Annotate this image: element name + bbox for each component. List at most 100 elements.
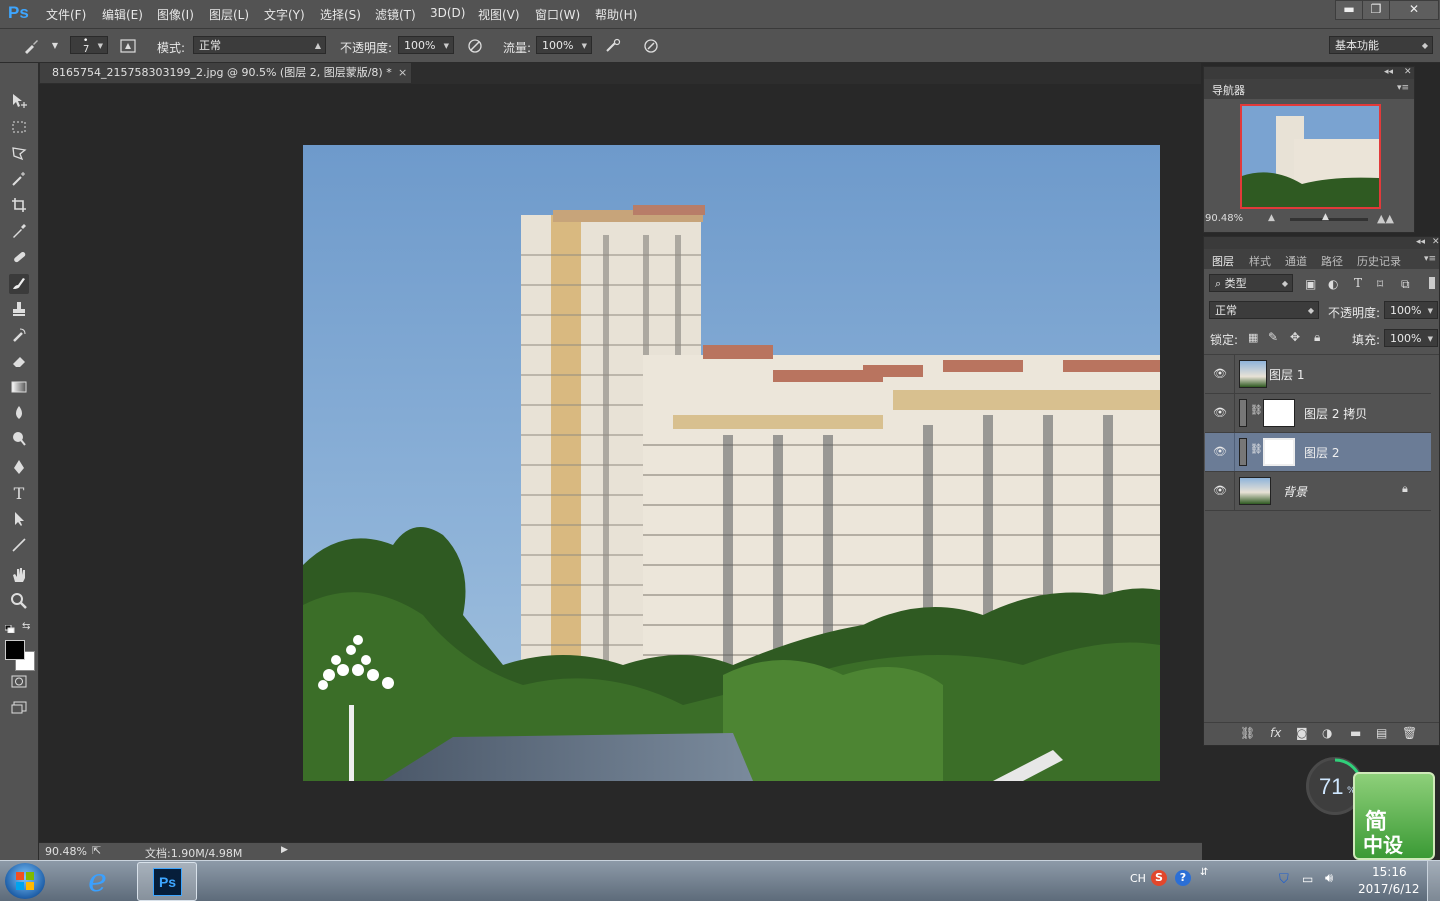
visibility-eye-icon[interactable]: 👁︎ — [1213, 484, 1227, 497]
eraser-tool-icon[interactable] — [9, 352, 29, 372]
menu-select[interactable]: 选择(S) — [320, 6, 361, 23]
tab-styles[interactable]: 样式 — [1249, 253, 1271, 269]
panel-menu-icon[interactable]: ▾≡ — [1424, 254, 1436, 264]
screen-mode-icon[interactable] — [9, 698, 29, 718]
opacity-field[interactable]: 100% ▼ — [398, 36, 454, 54]
new-layer-icon[interactable]: ▤ — [1376, 726, 1387, 740]
input-language[interactable]: CH — [1130, 872, 1146, 885]
crop-tool-icon[interactable] — [9, 196, 29, 216]
gradient-tool-icon[interactable] — [9, 378, 29, 398]
chevron-down-icon[interactable]: ▼ — [46, 37, 64, 55]
tray-expand-icon[interactable]: ⇵ — [1200, 867, 1208, 878]
filter-toggle[interactable] — [1429, 277, 1435, 289]
ie-taskbar-button[interactable]: e — [80, 861, 126, 899]
blur-tool-icon[interactable] — [9, 404, 29, 424]
layer-name[interactable]: 图层 2 — [1304, 444, 1339, 461]
layer-row[interactable]: 👁︎ ⛓︎ 图层 2 — [1205, 433, 1431, 472]
show-desktop-button[interactable] — [1427, 861, 1440, 901]
layer-name[interactable]: 背景 — [1283, 483, 1307, 500]
help-icon[interactable]: ? — [1175, 870, 1191, 886]
panel-menu-icon[interactable]: ▾≡ — [1397, 83, 1409, 93]
tab-navigator[interactable]: 导航器 — [1212, 82, 1245, 98]
collapse-icon[interactable]: ◂◂ — [1416, 237, 1425, 247]
magic-wand-tool-icon[interactable] — [9, 170, 29, 190]
filter-pixel-icon[interactable]: ▣ — [1305, 277, 1316, 291]
filter-shape-icon[interactable]: ⌑ — [1377, 277, 1383, 291]
pen-tool-icon[interactable] — [9, 458, 29, 478]
document-image[interactable] — [303, 145, 1160, 781]
tab-channels[interactable]: 通道 — [1285, 253, 1307, 269]
flow-field[interactable]: 100% ▼ — [536, 36, 592, 54]
pressure-size-icon[interactable] — [642, 37, 660, 55]
navigator-preview[interactable] — [1240, 104, 1381, 209]
foreground-color-swatch[interactable] — [5, 640, 25, 660]
layer-opacity-field[interactable]: 100% ▼ — [1384, 301, 1438, 319]
adjustment-layer-icon[interactable]: ◑ — [1322, 726, 1332, 740]
volume-icon[interactable]: 🔊︎ — [1325, 871, 1333, 886]
menu-file[interactable]: 文件(F) — [46, 6, 86, 23]
line-tool-icon[interactable] — [9, 536, 29, 556]
eyedropper-tool-icon[interactable] — [9, 222, 29, 242]
menu-edit[interactable]: 编辑(E) — [102, 6, 143, 23]
airbrush-icon[interactable] — [604, 37, 622, 55]
new-group-icon[interactable]: ▬ — [1350, 726, 1361, 740]
menu-image[interactable]: 图像(I) — [157, 6, 194, 23]
menu-filter[interactable]: 滤镜(T) — [375, 6, 416, 23]
layer-filter-select[interactable]: ⌕ 类型 ◆ — [1209, 274, 1293, 292]
network-icon[interactable]: ▭ — [1302, 872, 1313, 886]
lock-transparent-icon[interactable]: ▦ — [1248, 331, 1258, 344]
mask-link-icon[interactable]: ⛓︎ — [1250, 444, 1263, 455]
brush-tool-icon[interactable] — [9, 274, 29, 294]
menu-layer[interactable]: 图层(L) — [209, 6, 249, 23]
type-tool-icon[interactable]: T — [9, 484, 29, 504]
input-method-icon[interactable]: S — [1151, 870, 1167, 886]
status-menu-arrow-icon[interactable]: ▶ — [281, 845, 288, 855]
brush-preset-icon[interactable] — [22, 37, 40, 55]
tab-paths[interactable]: 路径 — [1321, 253, 1343, 269]
collapse-icon[interactable]: ◂◂ — [1384, 67, 1393, 77]
mode-select[interactable]: 正常 ▲ — [193, 36, 326, 54]
menu-type[interactable]: 文字(Y) — [264, 6, 305, 23]
healing-brush-tool-icon[interactable] — [9, 248, 29, 268]
close-button[interactable]: ✕ — [1389, 0, 1439, 20]
pressure-opacity-icon[interactable] — [466, 37, 484, 55]
history-brush-tool-icon[interactable] — [9, 326, 29, 346]
zoom-tool-icon[interactable] — [9, 592, 29, 612]
zoom-out-icon[interactable]: ▲ — [1268, 213, 1275, 223]
path-selection-tool-icon[interactable] — [9, 510, 29, 530]
menu-window[interactable]: 窗口(W) — [535, 6, 580, 23]
visibility-eye-icon[interactable]: 👁︎ — [1213, 367, 1227, 380]
quick-mask-icon[interactable] — [9, 672, 29, 692]
export-icon[interactable]: ⇱ — [92, 844, 101, 857]
status-zoom[interactable]: 90.48% — [45, 845, 87, 858]
menu-3d[interactable]: 3D(D) — [430, 6, 465, 20]
minimize-button[interactable]: ▬ — [1335, 0, 1363, 20]
lasso-tool-icon[interactable] — [9, 144, 29, 164]
document-tab[interactable]: 8165754_215758303199_2.jpg @ 90.5% (图层 2… — [40, 63, 412, 83]
start-button[interactable] — [5, 863, 45, 899]
move-tool-icon[interactable] — [9, 92, 29, 112]
add-mask-icon[interactable]: ◙ — [1296, 726, 1308, 740]
layer-row[interactable]: 👁︎ 背景 🔒︎ — [1205, 472, 1431, 511]
layer-mask-thumbnail[interactable] — [1263, 399, 1295, 427]
menu-help[interactable]: 帮助(H) — [595, 6, 637, 23]
filter-type-icon[interactable]: T — [1354, 276, 1362, 290]
layer-name[interactable]: 图层 2 拷贝 — [1304, 405, 1367, 422]
delete-layer-icon[interactable]: 🗑︎ — [1402, 726, 1417, 740]
zoom-slider-handle[interactable]: ▲ — [1322, 212, 1329, 222]
layer-style-icon[interactable]: fx — [1270, 726, 1281, 740]
marquee-tool-icon[interactable] — [9, 118, 29, 138]
link-layers-icon[interactable]: ⛓︎ — [1240, 726, 1255, 740]
default-colors-icon[interactable] — [4, 622, 15, 634]
lock-all-icon[interactable]: 🔒︎ — [1314, 330, 1320, 345]
visibility-eye-icon[interactable]: 👁︎ — [1213, 406, 1227, 419]
dodge-tool-icon[interactable] — [9, 430, 29, 450]
photoshop-taskbar-button[interactable]: Ps — [137, 862, 197, 901]
lock-pixels-icon[interactable]: ✎ — [1268, 330, 1278, 344]
filter-adjustment-icon[interactable]: ◐ — [1328, 277, 1338, 291]
zoom-slider[interactable] — [1290, 218, 1368, 221]
panel-close-icon[interactable]: ✕ — [1432, 237, 1440, 247]
menu-view[interactable]: 视图(V) — [478, 6, 520, 23]
fill-field[interactable]: 100% ▼ — [1384, 329, 1438, 347]
brush-size-picker[interactable]: • 7 ▼ — [70, 36, 108, 55]
